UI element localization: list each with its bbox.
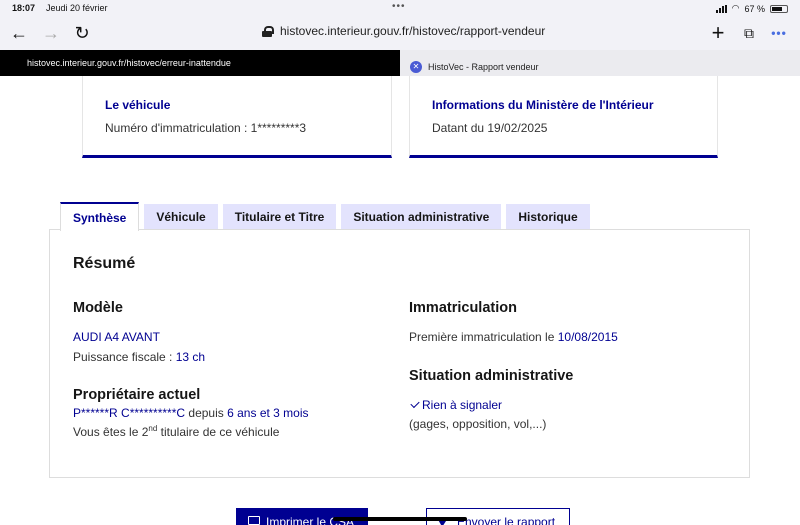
owner-line: P******R C**********C depuis 6 ans et 3 … [73,406,309,420]
browser-tab-rapport[interactable]: ✕ HistoVec - Rapport vendeur [400,50,800,76]
reload-icon[interactable]: ↻ [71,22,93,44]
owner-heading: Propriétaire actuel [73,387,201,403]
fiscal-power: Puissance fiscale : 13 ch [73,350,205,364]
tab-situation-administrative[interactable]: Situation administrative [341,204,502,230]
first-registration: Première immatriculation le 10/08/2015 [409,330,618,344]
owner-rank: Vous êtes le 2nd titulaire de ce véhicul… [73,424,279,439]
first-registration-date: 10/08/2015 [557,330,618,344]
status-time: 18:07 [12,3,36,13]
ministry-card-title: Informations du Ministère de l'Intérieur [432,98,654,112]
browser-tab-title: histovec.interieur.gouv.fr/histovec/erre… [27,58,231,68]
admin-status: Rien à signaler [409,398,502,412]
tabs-overview-icon[interactable]: ⧉ [738,22,760,44]
browser-tab-strip: histovec.interieur.gouv.fr/histovec/erre… [0,50,800,76]
forward-arrow-icon[interactable]: → [40,22,62,44]
browser-tab-title: HistoVec - Rapport vendeur [428,61,539,72]
owner-since-value: 6 ans et 3 mois [227,406,309,420]
send-report-label: Envoyer le rapport [457,515,556,525]
vehicle-card: Le véhicule Numéro d'immatriculation : 1… [82,76,392,158]
first-registration-label: Première immatriculation le [409,330,555,344]
ministry-card: Informations du Ministère de l'Intérieur… [409,76,718,158]
summary-heading: Résumé [73,255,136,272]
home-indicator[interactable] [333,517,467,521]
admin-detail: (gages, opposition, vol,...) [409,417,547,431]
check-icon [410,398,420,409]
new-tab-plus-icon[interactable]: + [707,22,729,44]
owner-since-label: depuis [188,406,224,420]
admin-situation-heading: Situation administrative [409,368,574,384]
wifi-icon: ◠ [731,3,740,13]
more-menu-icon[interactable]: ••• [768,22,790,44]
vehicle-card-title: Le véhicule [105,98,171,112]
cellular-signal-icon [715,4,727,13]
owner-name: P******R C**********C [73,406,186,420]
lock-icon [262,25,274,37]
registration-heading: Immatriculation [409,300,517,316]
owner-rank-prefix: Vous êtes le [73,425,139,439]
battery-percent: 67 % [744,3,765,14]
tab-titulaire-et-titre[interactable]: Titulaire et Titre [222,204,337,230]
model-name: AUDI A4 AVANT [73,330,160,344]
browser-tab-error[interactable]: histovec.interieur.gouv.fr/histovec/erre… [0,50,400,76]
tab-synthese[interactable]: Synthèse [60,202,140,231]
fiscal-power-value: 13 ch [175,350,206,364]
owner-rank-suffix: titulaire de ce véhicule [160,425,280,439]
printer-icon [248,516,260,525]
admin-status-text: Rien à signaler [422,398,503,412]
vehicle-card-text: Numéro d'immatriculation : 1*********3 [105,121,307,135]
status-bar: 18:07 Jeudi 20 février ••• ◠ 67 % [0,0,800,16]
multitask-dots-icon[interactable]: ••• [392,1,406,12]
battery-icon [770,4,788,13]
owner-rank-sup: nd [148,424,158,433]
ministry-card-text: Datant du 19/02/2025 [432,121,548,135]
browser-toolbar: ← → ↻ histovec.interieur.gouv.fr/histove… [0,16,800,50]
close-tab-icon[interactable]: ✕ [410,60,422,73]
model-heading: Modèle [73,300,123,316]
url-text: histovec.interieur.gouv.fr/histovec/rapp… [280,24,546,38]
synthese-panel: Résumé Modèle AUDI A4 AVANT Puissance fi… [49,229,750,478]
report-tabs: Synthèse Véhicule Titulaire et Titre Sit… [60,202,590,231]
back-arrow-icon[interactable]: ← [8,22,30,44]
address-bar[interactable]: histovec.interieur.gouv.fr/histovec/rapp… [262,24,545,38]
fiscal-power-label: Puissance fiscale : [73,350,173,364]
tab-historique[interactable]: Historique [506,204,590,230]
status-right: ◠ 67 % [715,3,788,14]
tab-vehicule[interactable]: Véhicule [144,204,218,230]
status-date: Jeudi 20 février [46,3,108,13]
page-content: Le véhicule Numéro d'immatriculation : 1… [0,76,800,525]
